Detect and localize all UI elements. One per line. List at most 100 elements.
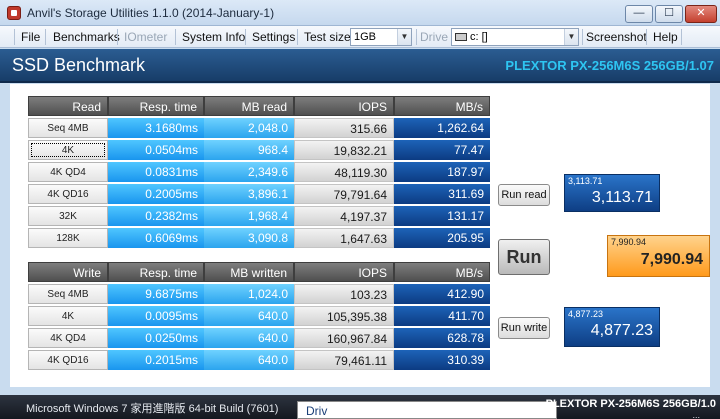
- read-row-4k-qd4-button[interactable]: 4K QD4: [28, 162, 108, 182]
- menu-separator: [297, 29, 298, 45]
- read-resp-time: 0.2382ms: [108, 206, 204, 226]
- menu-separator: [14, 29, 15, 45]
- menu-system-info[interactable]: System Info: [182, 30, 245, 44]
- read-mbs: 131.17: [394, 206, 490, 226]
- write-header: Write: [28, 262, 108, 282]
- benchmark-header: SSD Benchmark PLEXTOR PX-256M6S 256GB/1.…: [0, 49, 720, 83]
- status-device-detail: ...: [692, 410, 700, 419]
- write-row-4k-qd16-button[interactable]: 4K QD16: [28, 350, 108, 370]
- write-mb: 640.0: [204, 306, 294, 326]
- read-score-box: 3,113.71 3,113.71: [564, 174, 660, 212]
- read-resp-time: 0.0831ms: [108, 162, 204, 182]
- read-mb: 3,090.8: [204, 228, 294, 248]
- read-mbs: 1,262.64: [394, 118, 490, 138]
- menu-benchmarks[interactable]: Benchmarks: [53, 30, 120, 44]
- menu-separator: [646, 29, 647, 45]
- write-mbs: 412.90: [394, 284, 490, 304]
- menu-separator: [45, 29, 46, 45]
- menu-separator: [416, 29, 417, 45]
- write-iops: 79,461.11: [294, 350, 394, 370]
- mbs-header: MB/s: [394, 96, 490, 116]
- mb-written-header: MB written: [204, 262, 294, 282]
- read-iops: 48,119.30: [294, 162, 394, 182]
- read-score: 3,113.71: [591, 189, 653, 206]
- menu-screenshot[interactable]: Screenshot: [586, 30, 647, 44]
- status-bar: Microsoft Windows 7 家用進階版 64-bit Build (…: [0, 395, 720, 419]
- read-iops: 4,197.37: [294, 206, 394, 226]
- read-resp-time: 3.1680ms: [108, 118, 204, 138]
- write-mb: 640.0: [204, 350, 294, 370]
- total-score-small: 7,990.94: [611, 237, 647, 247]
- title-bar: Anvil's Storage Utilities 1.1.0 (2014-Ja…: [0, 0, 720, 26]
- read-mbs: 205.95: [394, 228, 490, 248]
- read-score-small: 3,113.71: [568, 176, 603, 186]
- drive-select[interactable]: c: [] ▼: [451, 28, 579, 46]
- write-mbs: 310.39: [394, 350, 490, 370]
- write-mbs: 628.78: [394, 328, 490, 348]
- maximize-button[interactable]: ☐: [655, 5, 683, 23]
- write-score-box: 4,877.23 4,877.23: [564, 307, 660, 347]
- write-resp-time: 0.2015ms: [108, 350, 204, 370]
- read-resp-time: 0.6069ms: [108, 228, 204, 248]
- read-resp-time: 0.0504ms: [108, 140, 204, 160]
- read-row-seq-4mb-button[interactable]: Seq 4MB: [28, 118, 108, 138]
- menu-help[interactable]: Help: [653, 30, 678, 44]
- drive-value: c: []: [470, 31, 488, 43]
- write-mb: 640.0: [204, 328, 294, 348]
- read-mbs: 187.97: [394, 162, 490, 182]
- read-row-32k-button[interactable]: 32K: [28, 206, 108, 226]
- read-mbs: 311.69: [394, 184, 490, 204]
- menu-settings[interactable]: Settings: [252, 30, 295, 44]
- total-score-box: 7,990.94 7,990.94: [607, 235, 710, 277]
- menu-separator: [245, 29, 246, 45]
- read-row-4k-button[interactable]: 4K: [28, 140, 108, 160]
- write-resp-time: 9.6875ms: [108, 284, 204, 304]
- write-row-4k-button[interactable]: 4K: [28, 306, 108, 326]
- write-iops: 103.23: [294, 284, 394, 304]
- menu-bar: File Benchmarks IOmeter System Info Sett…: [0, 26, 720, 48]
- app-icon: [7, 6, 21, 20]
- chevron-down-icon: ▼: [397, 29, 411, 45]
- status-device-name: PLEXTOR PX-256M6S 256GB/1.0: [545, 398, 716, 410]
- read-mbs: 77.47: [394, 140, 490, 160]
- write-resp-time: 0.0250ms: [108, 328, 204, 348]
- read-mb: 1,968.4: [204, 206, 294, 226]
- close-button[interactable]: ✕: [685, 5, 717, 23]
- menu-separator: [117, 29, 118, 45]
- iops-header: IOPS: [294, 262, 394, 282]
- hard-drive-icon: [455, 33, 467, 41]
- mb-read-header: MB read: [204, 96, 294, 116]
- menu-separator: [681, 29, 682, 45]
- read-mb: 3,896.1: [204, 184, 294, 204]
- resp-time-header: Resp. time: [108, 96, 204, 116]
- run-write-button[interactable]: Run write: [498, 317, 550, 339]
- minimize-button[interactable]: —: [625, 5, 653, 23]
- read-row-4k-qd16-button[interactable]: 4K QD16: [28, 184, 108, 204]
- run-button[interactable]: Run: [498, 239, 550, 275]
- test-size-label: Test size: [304, 30, 351, 44]
- read-iops: 19,832.21: [294, 140, 394, 160]
- os-info: Microsoft Windows 7 家用進階版 64-bit Build (…: [26, 403, 279, 415]
- menu-file[interactable]: File: [21, 30, 40, 44]
- read-mb: 2,048.0: [204, 118, 294, 138]
- write-mbs: 411.70: [394, 306, 490, 326]
- window-title: Anvil's Storage Utilities 1.1.0 (2014-Ja…: [27, 6, 275, 20]
- write-row-4k-qd4-button[interactable]: 4K QD4: [28, 328, 108, 348]
- menu-iometer[interactable]: IOmeter: [124, 30, 167, 44]
- drive-label: Drive: [420, 30, 449, 44]
- write-row-seq-4mb-button[interactable]: Seq 4MB: [28, 284, 108, 304]
- read-iops: 79,791.64: [294, 184, 394, 204]
- test-size-select[interactable]: 1GB ▼: [350, 28, 412, 46]
- drive-info-popup: Driv: [297, 401, 557, 419]
- chevron-down-icon: ▼: [564, 29, 578, 45]
- read-resp-time: 0.2005ms: [108, 184, 204, 204]
- read-row-128k-button[interactable]: 128K: [28, 228, 108, 248]
- menu-separator: [175, 29, 176, 45]
- write-iops: 105,395.38: [294, 306, 394, 326]
- mbs-header: MB/s: [394, 262, 490, 282]
- write-score: 4,877.23: [590, 322, 653, 339]
- read-mb: 968.4: [204, 140, 294, 160]
- device-name: PLEXTOR PX-256M6S 256GB/1.07: [505, 58, 714, 73]
- run-read-button[interactable]: Run read: [498, 184, 550, 206]
- write-score-small: 4,877.23: [568, 309, 604, 319]
